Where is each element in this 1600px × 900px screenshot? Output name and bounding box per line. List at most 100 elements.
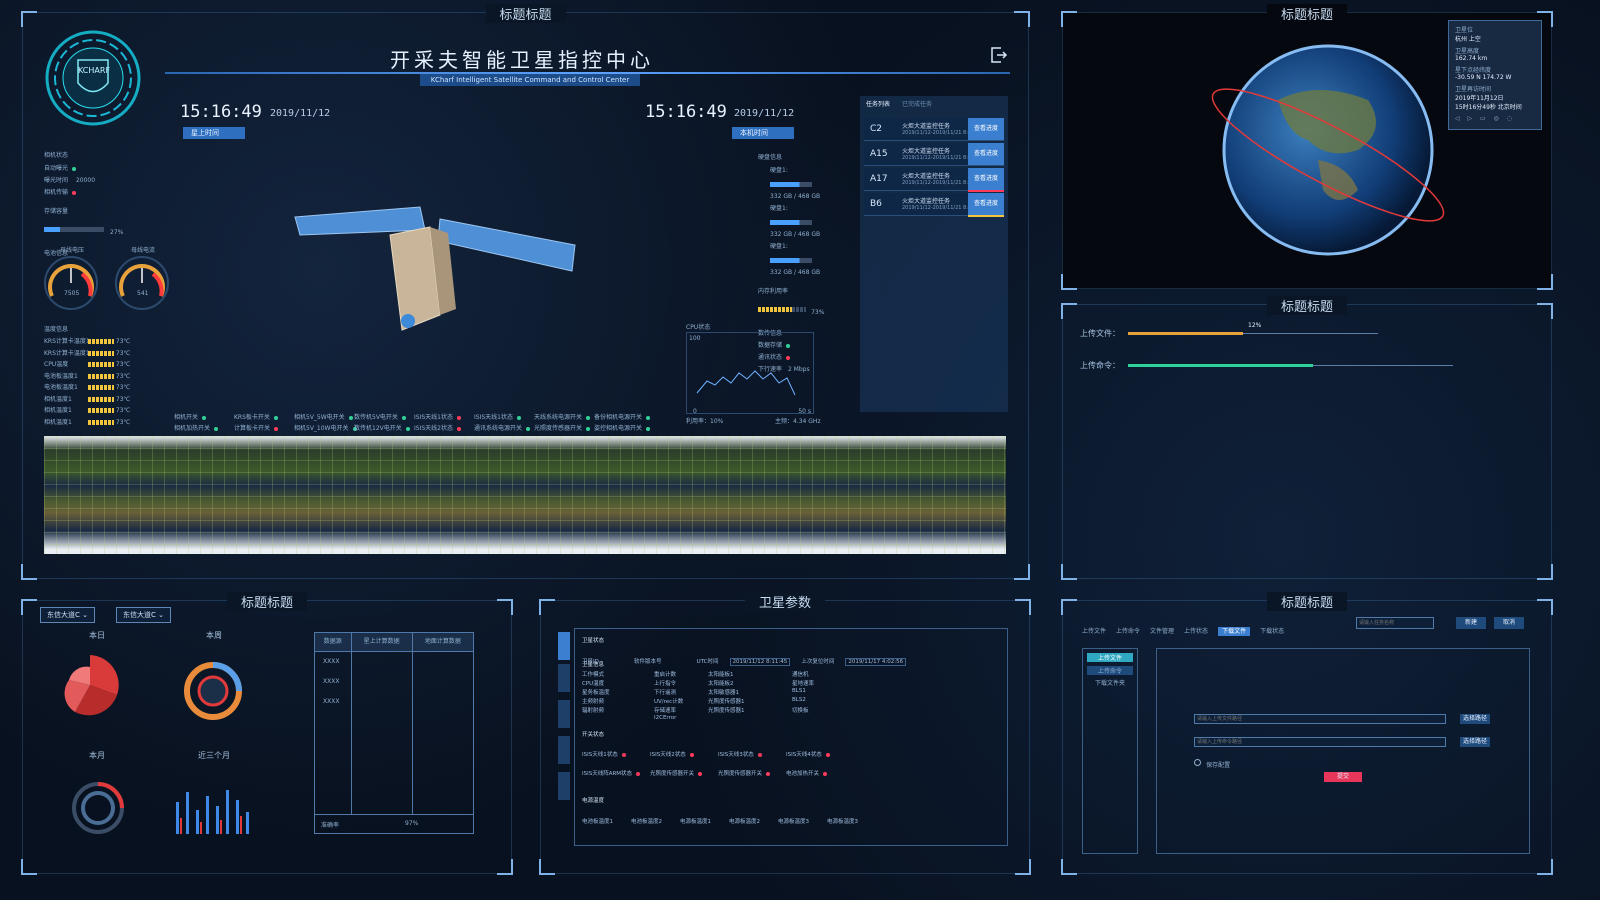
main-panel-title: 标题标题	[485, 4, 566, 23]
info-line: -30.59 N 174.72 W	[1455, 74, 1512, 81]
task-row[interactable]: A17 火炬大道监控任务 2019/11/12-2019/11/21 8:11 …	[864, 168, 1004, 192]
upload-tabs: 上传文件 上传命令 文件管理 上传状态 下载文件 下载状态	[1082, 618, 1284, 637]
power-temp-item: 电源板温度3	[827, 819, 858, 825]
param-label: I2CError	[654, 715, 677, 721]
chevron-down-icon: ⌄	[158, 611, 164, 619]
cpu-label: CPU状态	[686, 324, 711, 331]
region-dropdown-2[interactable]: 东信大道C ⌄	[116, 607, 171, 623]
dropdown-value: 东信大道C	[123, 611, 156, 619]
view-progress-button[interactable]: 查看进度	[968, 168, 1004, 192]
local-time: 15:16:49	[645, 102, 727, 122]
param-label: 上次复位时间	[801, 659, 835, 665]
label-today: 本日	[89, 631, 105, 640]
disk-value: 332 GB / 468 GB	[770, 231, 821, 238]
task-name: 火炬大道监控任务	[902, 123, 951, 130]
param-side-tab[interactable]	[558, 700, 570, 728]
storage-label: 存储容量	[44, 208, 69, 215]
power-temp-item: 电池板温度1	[582, 819, 613, 825]
view-progress-button[interactable]: 查看进度	[968, 143, 1004, 165]
upload-tab[interactable]: 文件管理	[1150, 628, 1174, 635]
disk-value: 332 GB / 468 GB	[770, 193, 821, 200]
upload-tab[interactable]: 下载状态	[1260, 628, 1284, 635]
tab-tasks[interactable]: 任务列表	[866, 101, 890, 108]
switch-status: ISIS天线4状态	[786, 752, 822, 758]
temp-value: 73℃	[115, 407, 131, 414]
label-quarter: 近三个月	[198, 751, 230, 760]
sidebar-item[interactable]: 下载文件夹	[1087, 678, 1133, 687]
upload-tab[interactable]: 上传文件	[1082, 628, 1106, 635]
param-label: CPU温度	[582, 681, 605, 687]
submit-button[interactable]: 提交	[1324, 772, 1362, 782]
upload-tab[interactable]: 上传命令	[1116, 628, 1140, 635]
mem-label: 内存利用率	[758, 288, 789, 295]
quarter-bars	[172, 782, 256, 834]
task-row[interactable]: B6 火炬大道监控任务 2019/11/12-2019/11/21 8:11 查…	[864, 193, 1004, 217]
power-temp-row: 电池板温度1 电池板温度2 电源板温度1 电源板温度2 电源板温度3 电源板温度3	[582, 808, 858, 827]
info-line: 15时16分49秒 北京时间	[1455, 104, 1522, 111]
sidebar-item[interactable]: 上传文件	[1087, 653, 1133, 662]
param-label: 太阳敏感器1	[708, 690, 739, 696]
info-line: 2019年11月12日	[1455, 95, 1504, 102]
upload-tab[interactable]: 下载文件	[1218, 627, 1251, 636]
section-label: 卫星状态	[582, 638, 605, 644]
switch-grid: 相机开关 KRS板卡开关 相机5V_5W电开关 数传机5V电开关 ISIS天线1状态 IS…	[174, 404, 654, 432]
task-name: 火炬大道监控任务	[902, 198, 951, 205]
globe-panel-title: 标题标题	[1266, 4, 1348, 23]
exposure-value: 20000	[75, 177, 96, 184]
param-label: 上行指令	[654, 681, 677, 687]
disk-row: 硬盘1:	[770, 205, 788, 212]
table-header: 数据源	[315, 633, 352, 651]
camera-row: 曝光时间	[44, 177, 69, 184]
temp-value: 73℃	[115, 349, 131, 357]
param-side-tab[interactable]	[558, 632, 570, 660]
info-line: 162.74 km	[1455, 55, 1488, 62]
power-temp-item: 电源板温度3	[778, 819, 809, 825]
star-time-label: 星上时间	[183, 127, 245, 139]
task-row[interactable]: A15 火炬大道监控任务 2019/11/12-2019/11/21 8:11 …	[864, 143, 1004, 166]
local-time-label: 本机时间	[732, 127, 794, 139]
params-panel-title: 卫星参数	[744, 592, 826, 611]
switch-status: ISIS天线2状态	[650, 752, 686, 758]
info-line: 杭州 上空	[1455, 36, 1481, 43]
power-temp-item: 电源板温度2	[729, 819, 760, 825]
tab-done[interactable]: 已完成任务	[902, 101, 932, 108]
browse-button[interactable]: 选择路径	[1460, 714, 1490, 724]
switch-item: 相机加热开关	[174, 425, 211, 432]
new-button[interactable]: 新建	[1456, 617, 1486, 629]
week-donut	[182, 660, 244, 722]
task-search-input[interactable]	[1356, 617, 1434, 629]
view-progress-button[interactable]: 查看进度	[968, 193, 1004, 217]
browse-button[interactable]: 选择路径	[1460, 737, 1490, 747]
cpu-ymax: 100	[689, 335, 701, 342]
param-side-tab[interactable]	[558, 664, 570, 692]
switch-item: 数传机12V电开关	[354, 425, 402, 432]
command-path-input[interactable]	[1194, 737, 1446, 747]
sidebar-item[interactable]: 上传命令	[1087, 666, 1133, 675]
playback-controls[interactable]: ◁ ▷ ▭ ◎ ◌	[1455, 115, 1535, 122]
task-row[interactable]: C2 火炬大道监控任务 2019/11/12-2019/11/21 8:11 查…	[864, 118, 1004, 141]
logout-icon[interactable]	[990, 46, 1008, 64]
save-config-radio[interactable]: 保存配置	[1194, 752, 1230, 771]
param-label: 太阳能板1	[708, 672, 734, 678]
local-date: 2019/11/12	[734, 108, 795, 119]
upload-file-timeline	[1128, 330, 1388, 338]
timeline-panel: 标题标题	[1061, 296, 1553, 580]
task-time: 2019/11/12-2019/11/21 8:11	[902, 205, 975, 211]
cpu-y0: 0	[693, 408, 697, 415]
temp-value: 73℃	[115, 372, 131, 380]
upload-tab[interactable]: 上传状态	[1184, 628, 1208, 635]
switch-status: 光照度传感器开关	[650, 771, 695, 777]
param-side-tab[interactable]	[558, 772, 570, 800]
switch-item: 光照度传感器开关	[534, 425, 583, 432]
param-side-tab[interactable]	[558, 736, 570, 764]
task-time: 2019/11/12-2019/11/21 8:11	[902, 180, 975, 186]
file-path-input[interactable]	[1194, 714, 1446, 724]
view-progress-button[interactable]: 查看进度	[968, 118, 1004, 140]
label-week: 本周	[206, 631, 222, 640]
param-label: 重启计数	[654, 672, 677, 678]
cancel-button[interactable]: 取消	[1494, 617, 1524, 629]
table-row: XXXX	[323, 678, 340, 685]
temp-value: 73℃	[115, 395, 131, 403]
logo-text: KCHARF	[78, 66, 111, 75]
region-dropdown-1[interactable]: 东信大道C ⌄	[40, 607, 95, 623]
